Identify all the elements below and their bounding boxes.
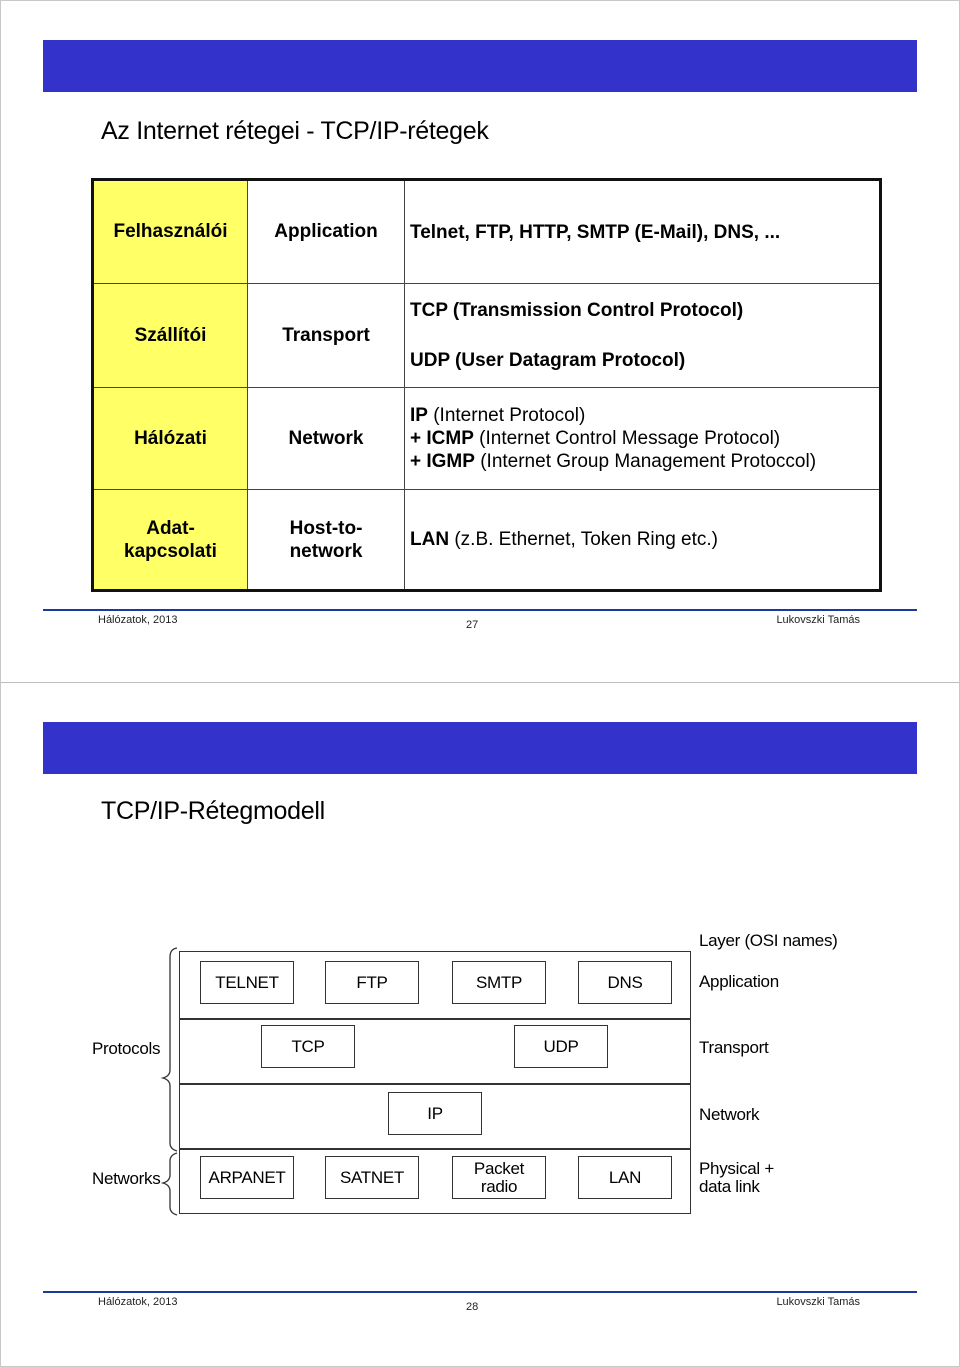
layer-divider [180, 1018, 690, 1020]
protocol-box-lan: LAN [578, 1156, 672, 1199]
protocol-box-packet-radio: Packet radio [452, 1156, 546, 1199]
layer-protocols: LAN (z.B. Ethernet, Token Ring etc.) [404, 489, 881, 591]
page-number: 28 [466, 1301, 479, 1313]
layer-divider [180, 1148, 690, 1150]
protocol-box-smtp: SMTP [452, 961, 546, 1004]
layer-protocols: TCP (Transmission Control Protocol) UDP … [404, 283, 881, 388]
layer-name-network: Network [699, 1105, 760, 1124]
layer-header: Layer (OSI names) [699, 931, 838, 950]
table-row: Adat- kapcsolati Host-to- network LAN (z… [92, 489, 881, 591]
protocol-line: LAN (z.B. Ethernet, Token Ring etc.) [410, 529, 719, 550]
protocol-line: + IGMP (Internet Group Management Protoc… [410, 451, 817, 472]
table-row: Hálózati Network IP (Internet Protocol) … [92, 387, 881, 490]
protocol-box-ftp: FTP [325, 961, 419, 1004]
protocol-box-arpanet: ARPANET [200, 1156, 294, 1199]
protocol-line: TCP (Transmission Control Protocol) [410, 300, 744, 321]
protocol-line: + ICMP (Internet Control Message Protoco… [410, 428, 781, 449]
hungarian-layer-name: Felhasználói [92, 179, 248, 284]
protocol-box-dns: DNS [578, 961, 672, 1004]
protocol-line: IP (Internet Protocol) [410, 405, 586, 426]
slide-title: Az Internet rétegei - TCP/IP-rétegek [101, 117, 489, 145]
brace-icon [160, 947, 178, 1216]
hungarian-layer-name: Hálózati [92, 387, 248, 490]
title-banner [43, 40, 917, 92]
protocol-box-tcp: TCP [261, 1025, 355, 1068]
english-layer-name: Transport [247, 283, 405, 388]
footer-course: Hálózatok, 2013 [98, 1296, 178, 1308]
protocol-box-ip: IP [388, 1092, 482, 1135]
hungarian-layer-name: Adat- kapcsolati [92, 489, 248, 591]
english-layer-name: Application [247, 179, 405, 284]
protocol-line: Telnet, FTP, HTTP, SMTP (E-Mail), DNS, .… [410, 221, 781, 243]
footer-rule [43, 609, 917, 611]
layer-protocols: IP (Internet Protocol) + ICMP (Internet … [404, 387, 881, 490]
tcpip-model-diagram: Layer (OSI names) TELNET FTP SMTP DNS Ap… [1, 683, 960, 1367]
layer-name-physical: Physical + data link [699, 1159, 774, 1196]
slide-28: TCP/IP-Rétegmodell Layer (OSI names) TEL… [0, 683, 960, 1367]
footer-rule [43, 1291, 917, 1293]
english-layer-name: Host-to- network [247, 489, 405, 591]
layer-name-transport: Transport [699, 1038, 769, 1057]
group-label-networks: Networks [92, 1169, 161, 1188]
footer-author: Lukovszki Tamás [776, 1296, 860, 1308]
footer-course: Hálózatok, 2013 [98, 614, 178, 626]
group-label-protocols: Protocols [92, 1039, 161, 1058]
english-layer-name: Network [247, 387, 405, 490]
table-row: Felhasználói Application Telnet, FTP, HT… [92, 179, 881, 284]
layer-name-application: Application [699, 972, 779, 991]
protocol-box-udp: UDP [514, 1025, 608, 1068]
page-number: 27 [466, 619, 479, 631]
hungarian-layer-name: Szállítói [92, 283, 248, 388]
slide-27: Az Internet rétegei - TCP/IP-rétegek Fel… [0, 0, 960, 683]
tcpip-layers-table: Felhasználói Application Telnet, FTP, HT… [91, 178, 882, 592]
table-row: Szállítói Transport TCP (Transmission Co… [92, 283, 881, 388]
layer-divider [180, 1083, 690, 1085]
layer-protocols: Telnet, FTP, HTTP, SMTP (E-Mail), DNS, .… [404, 179, 881, 284]
protocol-box-telnet: TELNET [200, 961, 294, 1004]
footer-author: Lukovszki Tamás [776, 614, 860, 626]
protocol-box-satnet: SATNET [325, 1156, 419, 1199]
protocol-line: UDP (User Datagram Protocol) [410, 350, 686, 371]
